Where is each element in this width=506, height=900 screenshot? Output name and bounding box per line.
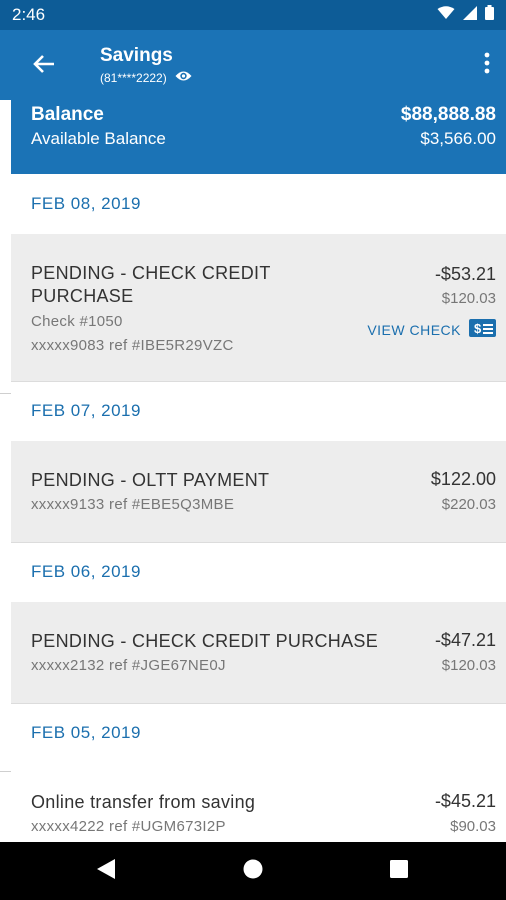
system-nav-bar bbox=[0, 842, 506, 900]
check-number: Check #1050 bbox=[31, 313, 123, 330]
transaction-reference: xxxxx4222 ref #UGM673I2P bbox=[31, 818, 226, 835]
app-bar: Savings (81****2222) bbox=[0, 30, 506, 100]
side-divider bbox=[0, 771, 11, 772]
transaction-title: PENDING - CHECK CREDIT PURCHASE bbox=[31, 631, 379, 651]
transaction-amount: -$53.21 bbox=[434, 264, 496, 284]
transaction-balance: $220.03 bbox=[441, 496, 496, 513]
transaction-amount: -$45.21 bbox=[434, 791, 496, 811]
back-button[interactable] bbox=[28, 50, 60, 82]
transaction-row[interactable]: PENDING - CHECK CREDIT PURCHASE xxxxx213… bbox=[11, 602, 506, 704]
check-image-icon: $ bbox=[469, 319, 496, 340]
date-header: FEB 05, 2019 bbox=[31, 723, 141, 742]
arrow-left-icon bbox=[33, 53, 55, 80]
transaction-title-line: PURCHASE bbox=[31, 286, 134, 306]
overflow-menu-button[interactable] bbox=[472, 48, 502, 82]
transaction-row[interactable]: PENDING - CHECK CREDIT PURCHASE Check #1… bbox=[11, 234, 506, 382]
transaction-balance: $90.03 bbox=[450, 818, 496, 835]
account-subtitle: (81****2222) bbox=[100, 70, 192, 85]
svg-text:$: $ bbox=[474, 321, 482, 336]
square-recents-icon bbox=[389, 859, 409, 884]
view-check-button[interactable]: VIEW CHECK $ bbox=[367, 319, 496, 340]
more-vertical-icon bbox=[484, 52, 490, 79]
transaction-row[interactable]: PENDING - OLTT PAYMENT xxxxx9133 ref #EB… bbox=[11, 441, 506, 543]
nav-back-button[interactable] bbox=[94, 858, 118, 885]
transaction-title-line: PENDING - CHECK CREDIT bbox=[31, 263, 271, 283]
transaction-amount: -$47.21 bbox=[434, 630, 496, 650]
triangle-back-icon bbox=[96, 858, 116, 885]
wifi-icon bbox=[437, 5, 455, 25]
transaction-amount: $122.00 bbox=[430, 469, 496, 489]
balance-amount: $88,888.88 bbox=[400, 104, 496, 125]
left-edge-gap bbox=[0, 100, 11, 174]
transaction-row[interactable]: Online transfer from saving xxxxx4222 re… bbox=[11, 763, 506, 842]
transaction-balance: $120.03 bbox=[441, 290, 496, 307]
side-divider bbox=[0, 393, 11, 394]
date-header: FEB 06, 2019 bbox=[31, 562, 141, 581]
transaction-balance: $120.03 bbox=[441, 657, 496, 674]
transaction-list[interactable]: FEB 08, 2019 PENDING - CHECK CREDIT PURC… bbox=[11, 174, 506, 842]
battery-icon bbox=[485, 5, 494, 25]
nav-recents-button[interactable] bbox=[387, 859, 411, 883]
balance-label: Balance bbox=[31, 104, 104, 125]
transaction-reference: xxxxx2132 ref #JGE67NE0J bbox=[31, 657, 226, 674]
transaction-title: Online transfer from saving bbox=[31, 792, 256, 812]
balance-panel: Balance $88,888.88 Available Balance $3,… bbox=[11, 100, 506, 174]
account-number-mask: (81****2222) bbox=[100, 70, 167, 85]
available-balance-label: Available Balance bbox=[31, 129, 166, 148]
date-header: FEB 08, 2019 bbox=[31, 194, 141, 213]
transaction-reference: xxxxx9133 ref #EBE5Q3MBE bbox=[31, 496, 235, 513]
transaction-title: PENDING - OLTT PAYMENT bbox=[31, 470, 270, 490]
view-check-label: VIEW CHECK bbox=[367, 321, 461, 338]
status-icons bbox=[437, 5, 494, 25]
signal-icon bbox=[463, 5, 477, 25]
transaction-title: PENDING - CHECK CREDIT PURCHASE bbox=[31, 262, 271, 308]
status-time: 2:46 bbox=[12, 5, 46, 24]
circle-home-icon bbox=[242, 858, 264, 885]
nav-home-button[interactable] bbox=[241, 859, 265, 883]
status-bar: 2:46 bbox=[0, 0, 506, 30]
date-header: FEB 07, 2019 bbox=[31, 401, 141, 420]
transaction-reference: xxxxx9083 ref #IBE5R29VZC bbox=[31, 337, 234, 354]
page-title: Savings bbox=[100, 45, 173, 66]
eye-icon[interactable] bbox=[175, 70, 192, 85]
available-balance-amount: $3,566.00 bbox=[420, 129, 496, 148]
